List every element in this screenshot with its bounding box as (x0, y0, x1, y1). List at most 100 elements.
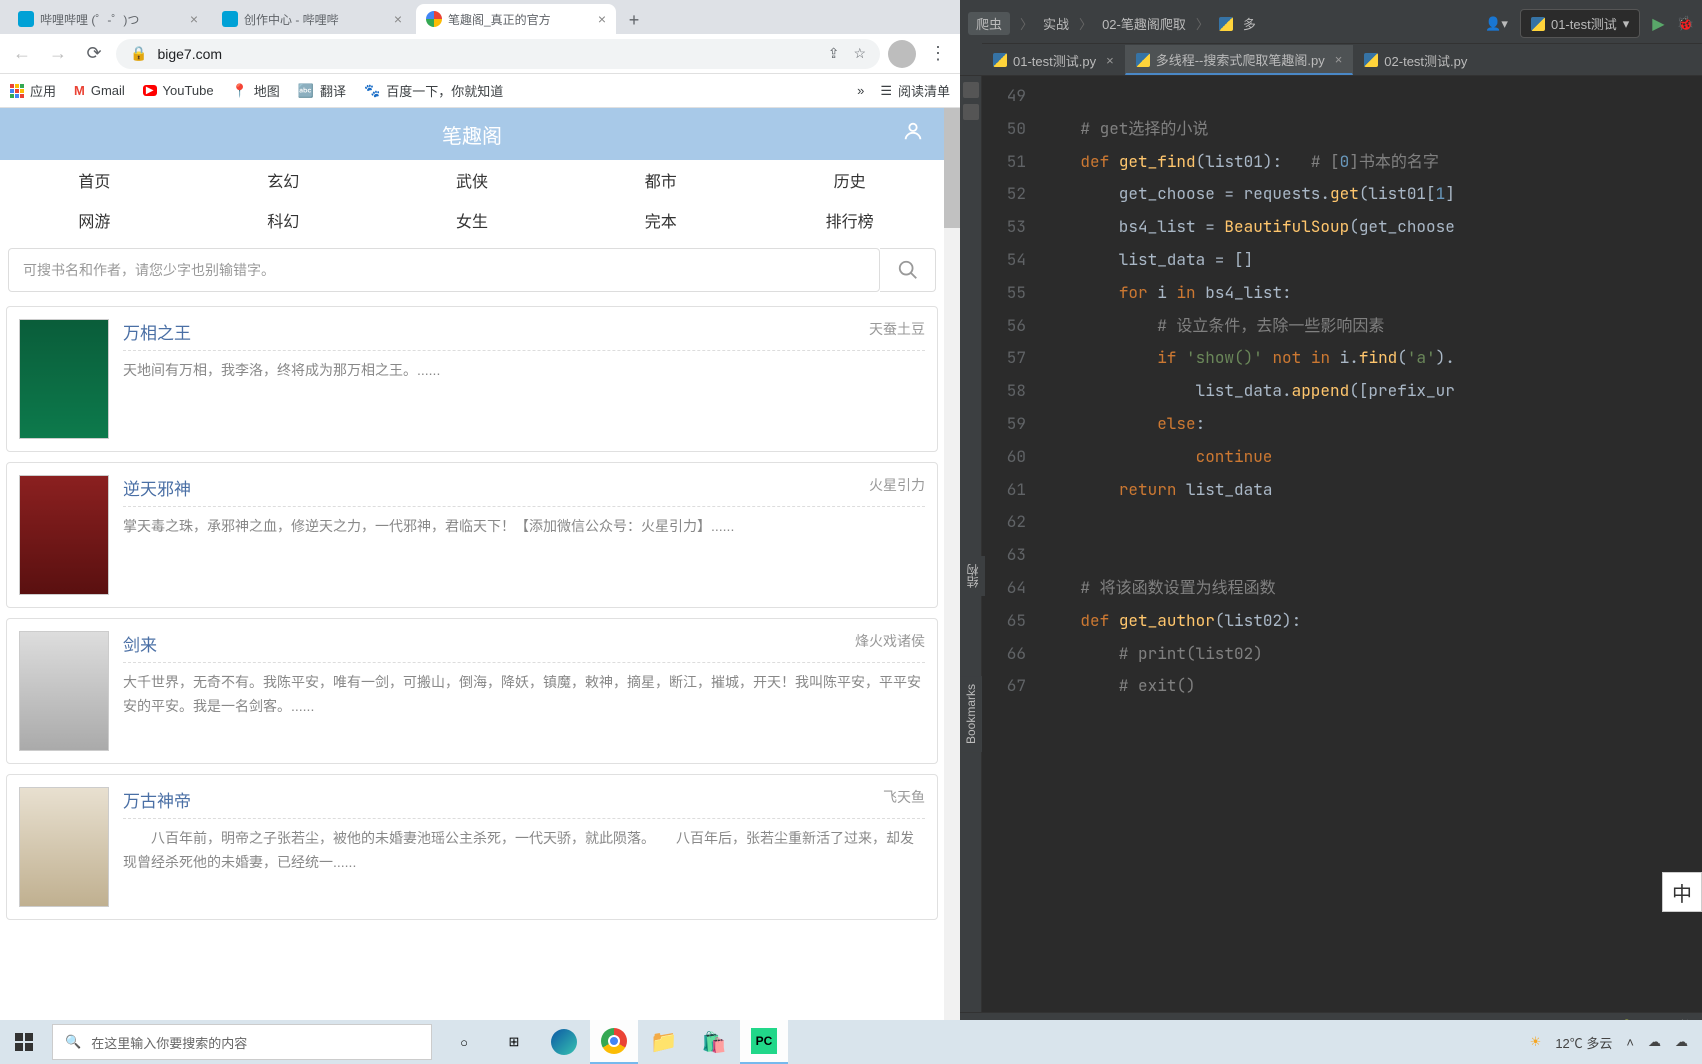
breadcrumb[interactable]: 爬虫 〉 实战 〉 02-笔趣阁爬取 〉 多 (968, 12, 1256, 35)
search-input[interactable]: 可搜书名和作者，请您少字也别输错字。 (8, 248, 880, 292)
user-icon[interactable]: 👤▾ (1485, 16, 1508, 32)
structure-icon[interactable] (963, 104, 979, 120)
book-card[interactable]: 万相之王 天蚕土豆 天地间有万相，我李洛，终将成为那万相之王。...... (6, 306, 938, 452)
start-button[interactable] (0, 1020, 48, 1064)
page-content[interactable]: 笔趣阁 首页玄幻武侠都市历史网游科幻女生完本排行榜 可搜书名和作者，请您少字也别… (0, 108, 944, 1064)
edge-button[interactable] (540, 1020, 588, 1064)
chevron-right-icon: 〉 (1079, 14, 1092, 33)
bookmarks-tool-tab[interactable]: Bookmarks (960, 676, 982, 752)
run-config-label: 01-test测试 (1551, 14, 1617, 33)
menu-button[interactable]: ⋮ (924, 40, 952, 68)
explorer-button[interactable]: 📁 (640, 1020, 688, 1064)
lock-icon: 🔒 (130, 45, 147, 62)
maps-icon: 📍 (232, 83, 248, 99)
chrome-tab-0[interactable]: 哔哩哔哩 (゜-゜)つ × (8, 4, 208, 34)
tool-gutter[interactable] (960, 76, 982, 1012)
profile-avatar[interactable] (888, 40, 916, 68)
new-tab-button[interactable]: + (620, 6, 648, 34)
editor-tab-1[interactable]: 多线程--搜索式爬取笔趣阁.py × (1125, 45, 1354, 75)
nav-item[interactable]: 女生 (378, 200, 567, 240)
chevron-up-icon[interactable]: ˄ (1626, 1035, 1634, 1050)
weather-text[interactable]: 12℃ 多云 (1555, 1033, 1612, 1052)
close-icon[interactable]: × (1335, 52, 1343, 67)
chrome-tab-2[interactable]: 笔趣阁_真正的官方 × (416, 4, 616, 34)
book-title[interactable]: 逆天邪神 (123, 475, 191, 500)
nav-item[interactable]: 排行榜 (755, 200, 944, 240)
nav-item[interactable]: 网游 (0, 200, 189, 240)
project-icon[interactable] (963, 82, 979, 98)
nav-item[interactable]: 完本 (566, 200, 755, 240)
overflow-icon[interactable]: » (857, 83, 864, 98)
cortana-button[interactable]: ○ (440, 1020, 488, 1064)
weather-icon: ☀ (1530, 1034, 1542, 1050)
nav-item[interactable]: 武侠 (378, 160, 567, 200)
apps-button[interactable]: 应用 (10, 81, 56, 100)
forward-button[interactable]: → (44, 40, 72, 68)
editor-tab-2[interactable]: 02-test测试.py (1353, 45, 1478, 75)
code-content[interactable]: # get选择的小说 def get_find(list01): # [0]书本… (1042, 76, 1702, 1012)
book-card[interactable]: 万古神帝 飞天鱼 八百年前，明帝之子张若尘，被他的未婚妻池瑶公主杀死，一代天骄，… (6, 774, 938, 920)
bm-label: 阅读清单 (898, 81, 950, 100)
chrome-button[interactable] (590, 1020, 638, 1064)
editor-tab-0[interactable]: 01-test测试.py × (982, 45, 1125, 75)
ime-indicator[interactable]: 中 (1662, 872, 1702, 912)
bookmark-gmail[interactable]: MGmail (74, 83, 125, 98)
reload-button[interactable]: ⟳ (80, 40, 108, 68)
windows-search-input[interactable]: 🔍 在这里输入你要搜索的内容 (52, 1024, 432, 1060)
address-bar[interactable]: 🔒 bige7.com ⇪ ☆ (116, 39, 880, 69)
close-icon[interactable]: × (598, 11, 606, 27)
task-view-button[interactable]: ⊞ (490, 1020, 538, 1064)
close-icon[interactable]: × (394, 11, 402, 27)
scrollbar[interactable] (944, 108, 960, 1064)
crumb[interactable]: 多 (1243, 14, 1256, 33)
nav-item[interactable]: 历史 (755, 160, 944, 200)
system-tray[interactable]: ☀ 12℃ 多云 ˄ ☁ ☁ (1530, 1033, 1702, 1052)
bookmark-maps[interactable]: 📍地图 (232, 81, 280, 100)
tab-title: 哔哩哔哩 (゜-゜)つ (40, 11, 184, 28)
pycharm-button[interactable]: PC (740, 1020, 788, 1064)
user-icon[interactable] (902, 120, 924, 148)
nav-item[interactable]: 首页 (0, 160, 189, 200)
store-button[interactable]: 🛍️ (690, 1020, 738, 1064)
debug-button[interactable]: 🐞 (1677, 15, 1694, 32)
bookmarks-tool-tab[interactable]: 结构 (960, 556, 985, 596)
run-config-selector[interactable]: 01-test测试 ▾ (1520, 9, 1640, 38)
site-title: 笔趣阁 (442, 120, 502, 149)
back-button[interactable]: ← (8, 40, 36, 68)
search-placeholder: 在这里输入你要搜索的内容 (91, 1033, 247, 1052)
crumb[interactable]: 02-笔趣阁爬取 (1102, 14, 1186, 33)
crumb[interactable]: 爬虫 (968, 12, 1010, 35)
python-icon (993, 53, 1007, 67)
bookmark-youtube[interactable]: ▶YouTube (143, 83, 214, 98)
book-card[interactable]: 剑来 烽火戏诸侯 大千世界，无奇不有。我陈平安，唯有一剑，可搬山，倒海，降妖，镇… (6, 618, 938, 764)
book-description: 八百年前，明帝之子张若尘，被他的未婚妻池瑶公主杀死，一代天骄，就此陨落。 八百年… (123, 827, 925, 875)
book-title[interactable]: 万古神帝 (123, 787, 191, 812)
share-icon[interactable]: ⇪ (828, 45, 840, 62)
bilibili-icon (222, 11, 238, 27)
nav-item[interactable]: 科幻 (189, 200, 378, 240)
book-description: 天地间有万相，我李洛，终将成为那万相之王。...... (123, 359, 925, 383)
book-card[interactable]: 逆天邪神 火星引力 掌天毒之珠，承邪神之血，修逆天之力，一代邪神，君临天下！【添… (6, 462, 938, 608)
close-icon[interactable]: × (1106, 53, 1114, 68)
book-title[interactable]: 剑来 (123, 631, 157, 656)
nav-item[interactable]: 都市 (566, 160, 755, 200)
onedrive-icon[interactable]: ☁ (1648, 1034, 1661, 1050)
url-text: bige7.com (157, 46, 222, 62)
chrome-icon (601, 1028, 627, 1054)
bm-label: 应用 (30, 81, 56, 100)
run-button[interactable]: ▶ (1652, 14, 1664, 34)
chrome-tab-1[interactable]: 创作中心 - 哔哩哔 × (212, 4, 412, 34)
close-icon[interactable]: × (190, 11, 198, 27)
code-editor[interactable]: 49505152535455565758596061626364656667 #… (982, 76, 1702, 1012)
nav-item[interactable]: 玄幻 (189, 160, 378, 200)
cloud-icon[interactable]: ☁ (1675, 1034, 1688, 1050)
search-icon: 🔍 (65, 1034, 81, 1050)
bookmark-baidu[interactable]: 🐾百度一下，你就知道 (364, 81, 503, 100)
bookmark-translate[interactable]: 🔤翻译 (298, 81, 346, 100)
reading-list-button[interactable]: ☰阅读清单 (880, 81, 950, 100)
search-button[interactable] (880, 248, 936, 292)
book-author: 飞天鱼 (883, 787, 925, 812)
book-title[interactable]: 万相之王 (123, 319, 191, 344)
crumb[interactable]: 实战 (1043, 14, 1069, 33)
star-icon[interactable]: ☆ (853, 45, 866, 62)
